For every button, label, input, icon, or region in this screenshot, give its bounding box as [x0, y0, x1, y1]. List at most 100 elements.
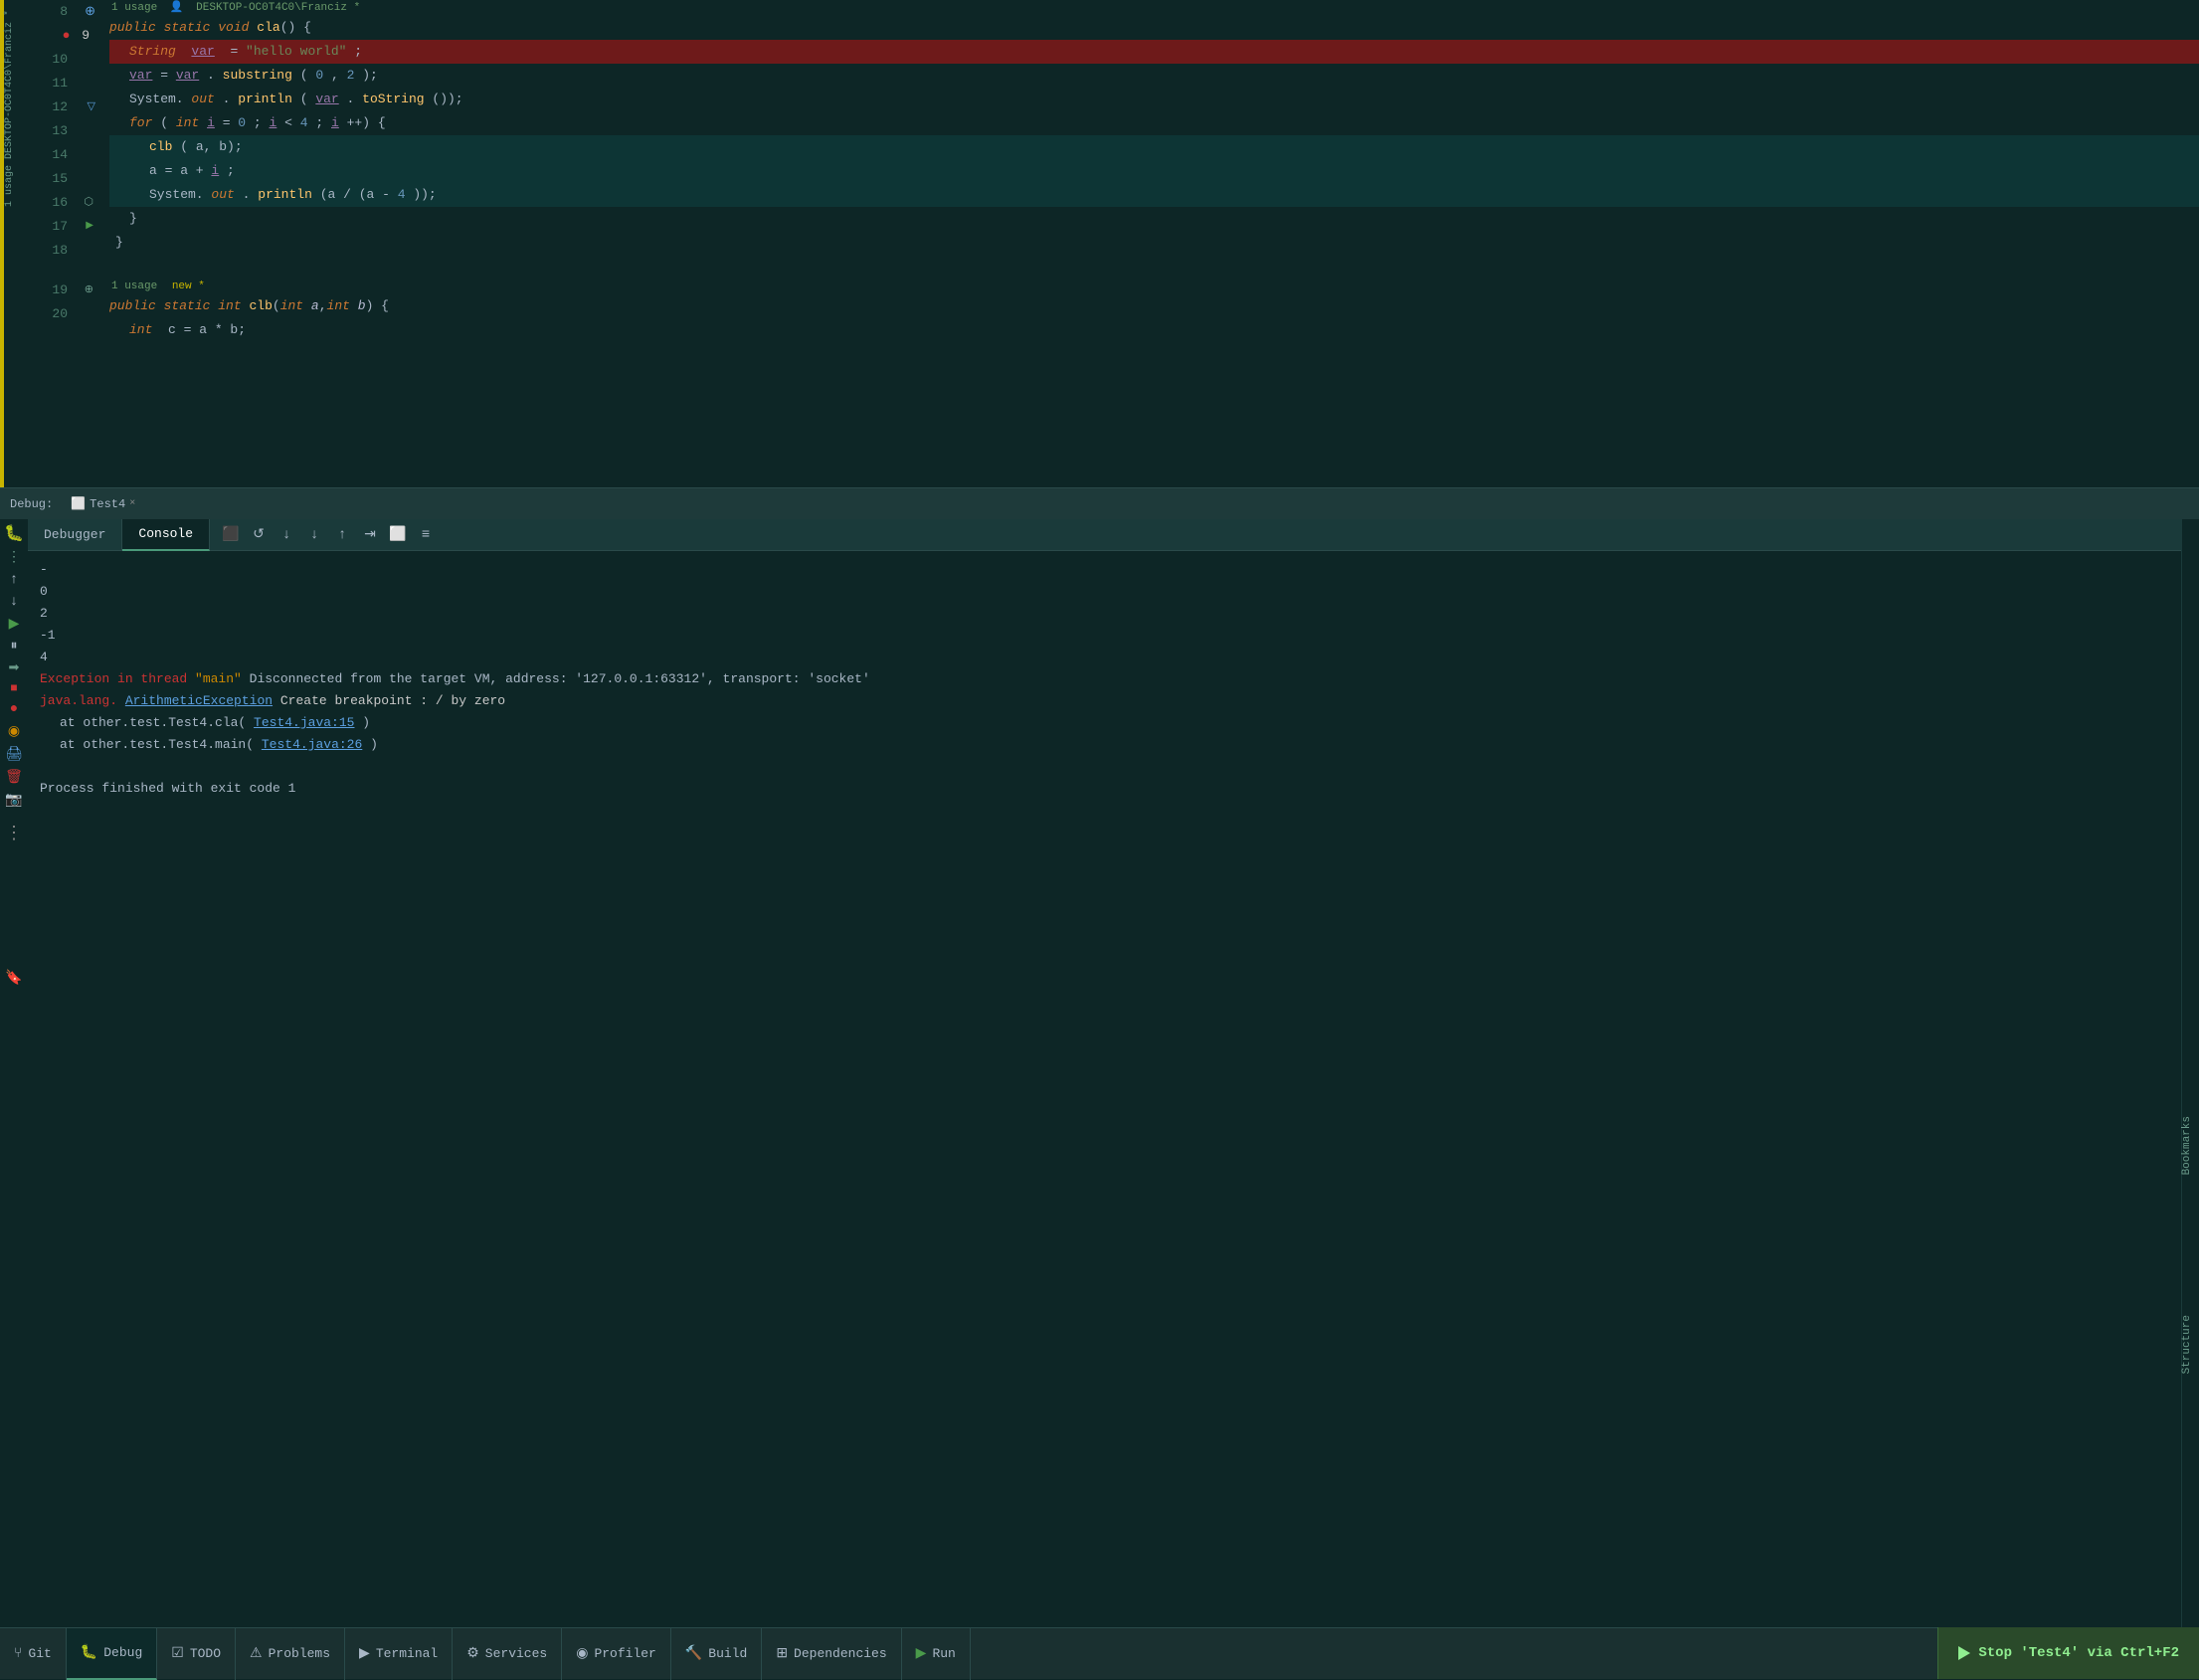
debug-main-content: Debugger Console ⬛ ↺ ↓ ↓ ↑ ⇥ ⬜ ≡ -	[28, 519, 2181, 1627]
status-services[interactable]: ⚙ Services	[453, 1628, 562, 1680]
status-todo[interactable]: ☑ TODO	[157, 1628, 236, 1680]
hint-19	[20, 263, 99, 279]
line-9-num: ● 9	[20, 24, 99, 48]
line-18-num: 18	[20, 239, 99, 263]
hint-line-19: 1 usage new *	[109, 279, 2199, 294]
commit-label: 1 usage DESKTOP-OC0T4C0\Franciz *	[4, 10, 15, 207]
line-14-num: 14	[20, 143, 99, 167]
code-line-11: System. out . println ( var . toString (…	[109, 88, 2199, 111]
line-11-num: 11	[20, 72, 99, 95]
bookmarks-label: Bookmarks	[2181, 1116, 2199, 1175]
status-problems[interactable]: ⚠ Problems	[236, 1628, 345, 1680]
stop-process-btn[interactable]: ↓	[275, 524, 297, 546]
line-8-num: 8 ⊕	[20, 0, 99, 24]
rerun-btn[interactable]: ↺	[248, 524, 270, 546]
step-out-btn[interactable]: ↑	[331, 524, 353, 546]
bookmark-icon[interactable]: 🔖	[5, 970, 22, 987]
step-over-btn[interactable]: ↓	[303, 524, 325, 546]
stop-icon[interactable]: ■	[10, 681, 17, 695]
console-stacktrace-2: at other.test.Test4.main( Test4.java:26 …	[40, 734, 2169, 756]
console-stacktrace-1: at other.test.Test4.cla( Test4.java:15 )	[40, 712, 2169, 734]
right-panel-sidebar: Bookmarks Structure	[2181, 519, 2199, 1627]
code-line-14: a = a + i ;	[109, 159, 2199, 183]
stop-triangle-icon	[1958, 1646, 1970, 1660]
code-line-16: }	[109, 207, 2199, 231]
code-editor: 1 usage DESKTOP-OC0T4C0\Franciz * 8 ⊕ ● …	[0, 0, 2199, 487]
resume-icon[interactable]: ↑	[10, 572, 18, 588]
console-blank	[40, 756, 2169, 778]
profiler-icon: ◉	[576, 1645, 588, 1662]
console-line-4: 4	[40, 647, 2169, 668]
play-arrow-17: ▶	[86, 215, 93, 239]
services-icon: ⚙	[466, 1645, 479, 1662]
status-dependencies[interactable]: ⊞ Dependencies	[762, 1628, 901, 1680]
more-options-icon[interactable]: ⋮	[7, 549, 21, 566]
status-run[interactable]: ▶ Run	[902, 1628, 971, 1680]
code-line-19: public static int clb ( int a , int b ) …	[109, 294, 2199, 318]
stop-button[interactable]: Stop 'Test4' via Ctrl+F2	[1937, 1627, 2199, 1679]
console-line-2: 2	[40, 603, 2169, 625]
code-line-8: public static void cla () {	[109, 16, 2199, 40]
todo-icon: ☑	[171, 1645, 184, 1662]
step-over-icon[interactable]: ↓	[10, 594, 18, 610]
line-20-num: 20	[20, 302, 99, 326]
delete-icon[interactable]: 🗑	[5, 769, 23, 786]
code-line-18	[109, 255, 2199, 279]
status-terminal[interactable]: ▶ Terminal	[345, 1628, 453, 1680]
fold-icon-12[interactable]: ▽	[88, 95, 95, 119]
tab-bar: Debugger Console ⬛ ↺ ↓ ↓ ↑ ⇥ ⬜ ≡	[28, 519, 2181, 551]
status-debug[interactable]: 🐛 Debug	[67, 1628, 157, 1680]
problems-icon: ⚠	[250, 1645, 263, 1662]
tab-console[interactable]: Console	[122, 519, 210, 551]
stacktrace-link-2[interactable]: Test4.java:26	[262, 737, 362, 752]
debug-tab-test4[interactable]: ⬜ Test4 ×	[61, 492, 145, 515]
pin-btn[interactable]: ⬜	[387, 524, 409, 546]
console-line-dash: -	[40, 559, 2169, 581]
fold-marker-16[interactable]: ⬡	[84, 191, 93, 215]
code-line-20: int c = a * b;	[109, 318, 2199, 342]
code-line-13: clb ( a, b);	[109, 135, 2199, 159]
console-arithmetic-line: java.lang. ArithmeticException Create br…	[40, 690, 2169, 712]
sidebar-dots[interactable]: ⋮	[5, 823, 23, 844]
restore-layout-btn[interactable]: ⬛	[220, 524, 242, 546]
tab-debugger[interactable]: Debugger	[28, 519, 122, 551]
status-git[interactable]: ⑂ Git	[0, 1628, 67, 1680]
line-12-num: 12 ▽	[20, 95, 99, 119]
play-icon[interactable]: ▶	[9, 616, 20, 633]
print-icon[interactable]: 🖨	[5, 746, 23, 763]
warning-icon[interactable]: ◉	[8, 723, 20, 740]
run-icon: ▶	[916, 1645, 927, 1662]
line-17-num: 17 ▶	[20, 215, 99, 239]
debug-panel: 🐛 ⋮ ↑ ↓ ▶ ⏸ ➡ ■ ● ◉ 🖨 🗑 📷 ⋮ 🔖 Debugger C…	[0, 519, 2199, 1627]
resume-btn[interactable]: ⇥	[359, 524, 381, 546]
arithmetic-exception-link[interactable]: ArithmeticException	[125, 693, 273, 708]
code-content[interactable]: 1 usage 👤 DESKTOP-OC0T4C0\Franciz * publ…	[99, 0, 2199, 487]
line-numbers-gutter: 8 ⊕ ● 9 10 11 12 ▽ 13 14 15	[20, 0, 99, 487]
breakpoint-icon[interactable]: ●	[10, 701, 18, 717]
close-debug-tab[interactable]: ×	[129, 498, 135, 509]
status-build[interactable]: 🔨 Build	[671, 1628, 762, 1680]
pause-icon[interactable]: ⏸	[11, 639, 18, 654]
structure-label: Structure	[2181, 1315, 2199, 1374]
console-output[interactable]: - 0 2 -1 4 Exception in thread "main" Di…	[28, 551, 2181, 1627]
console-process-line: Process finished with exit code 1	[40, 778, 2169, 800]
fold-icon-8[interactable]: ⊕	[85, 0, 95, 24]
stacktrace-link-1[interactable]: Test4.java:15	[254, 715, 354, 730]
line-10-num: 10	[20, 48, 99, 72]
line-15-num: 15	[20, 167, 99, 191]
settings-btn[interactable]: ≡	[415, 524, 437, 546]
code-line-10: var = var . substring ( 0 , 2 );	[109, 64, 2199, 88]
terminal-icon: ▶	[359, 1645, 370, 1662]
code-line-9: String var = "hello world" ;	[109, 40, 2199, 64]
status-profiler[interactable]: ◉ Profiler	[562, 1628, 671, 1680]
line-19-num: 19 ⊕	[20, 279, 99, 302]
debug-bar: Debug: ⬜ Test4 ×	[0, 487, 2199, 519]
fold-icon-19[interactable]: ⊕	[85, 279, 93, 302]
camera-icon[interactable]: 📷	[5, 792, 22, 809]
console-toolbar: ⬛ ↺ ↓ ↓ ↑ ⇥ ⬜ ≡	[210, 524, 2181, 546]
bug-icon[interactable]: 🐛	[4, 523, 24, 543]
code-line-17: }	[109, 231, 2199, 255]
mute-icon[interactable]: ➡	[9, 660, 20, 675]
code-line-15: System. out . println (a / (a - 4 ));	[109, 183, 2199, 207]
debug-label: Debug:	[10, 497, 53, 511]
